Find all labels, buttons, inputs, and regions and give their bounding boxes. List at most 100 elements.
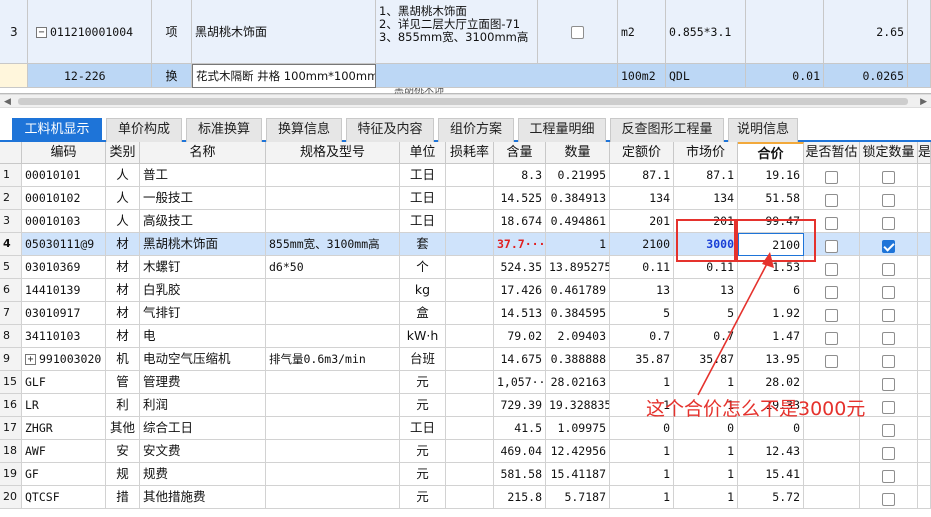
spec-cell[interactable] [266, 371, 400, 394]
lock-qty-checkbox[interactable] [882, 309, 895, 322]
bill-check-cell[interactable] [538, 0, 618, 64]
quantity-cell[interactable]: 1.09975 [546, 417, 610, 440]
quantity-cell[interactable]: 0.494861 [546, 210, 610, 233]
tab-reverse-lookup[interactable]: 反查图形工程量 [610, 118, 724, 142]
header-name[interactable]: 名称 [140, 142, 266, 164]
name-cell[interactable]: 综合工日 [140, 417, 266, 440]
content-cell[interactable]: 8.3 [494, 164, 546, 187]
loss-rate-cell[interactable] [446, 210, 494, 233]
lock-qty-cell[interactable] [860, 164, 918, 187]
base-price-cell[interactable]: 5 [610, 302, 674, 325]
lock-qty-cell[interactable] [860, 302, 918, 325]
base-price-cell[interactable]: 134 [610, 187, 674, 210]
content-cell[interactable]: 581.58 [494, 463, 546, 486]
quantity-cell[interactable]: 1 [546, 233, 610, 256]
category-cell[interactable]: 管 [106, 371, 140, 394]
tab-features[interactable]: 特征及内容 [346, 118, 434, 142]
lock-qty-cell[interactable] [860, 348, 918, 371]
loss-rate-cell[interactable] [446, 233, 494, 256]
header-spec[interactable]: 规格及型号 [266, 142, 400, 164]
base-price-cell[interactable]: 1 [610, 486, 674, 509]
bill-features[interactable]: 1、黑胡桃木饰面 2、详见二层大厅立面图-71 3、855mm宽、3100mm高 [376, 0, 538, 64]
header-base-price[interactable]: 定额价 [610, 142, 674, 164]
category-cell[interactable]: 利 [106, 394, 140, 417]
unit-cell[interactable]: 工日 [400, 187, 446, 210]
bill-name[interactable]: 黑胡桃木饰面 [192, 0, 376, 64]
lock-qty-cell[interactable] [860, 279, 918, 302]
is-estimate-cell[interactable] [804, 187, 860, 210]
spec-cell[interactable] [266, 486, 400, 509]
is-estimate-cell[interactable] [804, 463, 860, 486]
base-price-cell[interactable]: 1 [610, 463, 674, 486]
category-cell[interactable]: 人 [106, 164, 140, 187]
tab-pricing-scheme[interactable]: 组价方案 [438, 118, 514, 142]
name-cell[interactable]: 黑胡桃木饰面 [140, 233, 266, 256]
name-cell[interactable]: 气排钉 [140, 302, 266, 325]
content-cell[interactable]: 14.525 [494, 187, 546, 210]
table-row[interactable]: 1 00010101 人普工 工日 8.3 0.21995 87.1 87.1 19.16 [0, 164, 931, 187]
tab-materials[interactable]: 工料机显示 [12, 118, 102, 142]
market-price-cell[interactable]: 1 [674, 463, 738, 486]
header-market-price[interactable]: 市场价 [674, 142, 738, 164]
scroll-right-icon[interactable]: ▶ [920, 95, 927, 109]
scroll-left-icon[interactable]: ◀ [4, 95, 11, 109]
quantity-cell[interactable]: 13.895275 [546, 256, 610, 279]
expand-icon[interactable]: + [25, 354, 36, 365]
lock-qty-cell[interactable] [860, 210, 918, 233]
unit-cell[interactable]: 盒 [400, 302, 446, 325]
lock-qty-checkbox[interactable] [882, 493, 895, 506]
content-cell[interactable]: 729.39 [494, 394, 546, 417]
loss-rate-cell[interactable] [446, 394, 494, 417]
table-row[interactable]: 6 14410139 材白乳胶 kg 17.426 0.461789 13 13 6 [0, 279, 931, 302]
loss-rate-cell[interactable] [446, 348, 494, 371]
estimate-checkbox[interactable] [825, 332, 838, 345]
lock-qty-cell[interactable] [860, 394, 918, 417]
tab-standard-conversion[interactable]: 标准换算 [186, 118, 262, 142]
spec-cell[interactable] [266, 325, 400, 348]
spec-cell[interactable] [266, 302, 400, 325]
lock-qty-checkbox[interactable] [882, 378, 895, 391]
unit-cell[interactable]: 元 [400, 486, 446, 509]
code-cell[interactable]: 14410139 [22, 279, 106, 302]
category-cell[interactable]: 人 [106, 210, 140, 233]
lock-qty-cell[interactable] [860, 463, 918, 486]
is-estimate-cell[interactable] [804, 279, 860, 302]
name-cell[interactable]: 管理费 [140, 371, 266, 394]
header-is-estimate[interactable]: 是否暂估 [804, 142, 860, 164]
unit-cell[interactable]: 套 [400, 233, 446, 256]
loss-rate-cell[interactable] [446, 417, 494, 440]
table-row[interactable]: 9 +991003020 机电动空气压缩机 排气量0.6m3/min 台班 14.675 0… [0, 348, 931, 371]
market-price-cell[interactable]: 87.1 [674, 164, 738, 187]
estimate-checkbox[interactable] [825, 309, 838, 322]
table-row[interactable]: 18 AWF 安安文费 元 469.04 12.42956 1 1 12.43 [0, 440, 931, 463]
unit-cell[interactable]: 个 [400, 256, 446, 279]
spec-cell[interactable] [266, 394, 400, 417]
category-cell[interactable]: 规 [106, 463, 140, 486]
lock-qty-checkbox[interactable] [882, 240, 895, 253]
spec-cell[interactable] [266, 279, 400, 302]
quantity-cell[interactable]: 2.09403 [546, 325, 610, 348]
loss-rate-cell[interactable] [446, 256, 494, 279]
header-lock-qty[interactable]: 锁定数量 [860, 142, 918, 164]
quantity-cell[interactable]: 0.384913 [546, 187, 610, 210]
estimate-checkbox[interactable] [825, 263, 838, 276]
category-cell[interactable]: 其他 [106, 417, 140, 440]
lock-qty-checkbox[interactable] [882, 424, 895, 437]
quantity-cell[interactable]: 12.42956 [546, 440, 610, 463]
base-price-cell[interactable]: 35.87 [610, 348, 674, 371]
is-estimate-cell[interactable] [804, 325, 860, 348]
category-cell[interactable]: 材 [106, 325, 140, 348]
unit-cell[interactable]: 工日 [400, 210, 446, 233]
unit-cell[interactable]: 工日 [400, 417, 446, 440]
total-cell[interactable]: 15.41 [738, 463, 804, 486]
lock-qty-cell[interactable] [860, 233, 918, 256]
code-cell[interactable]: LR [22, 394, 106, 417]
estimate-checkbox[interactable] [825, 355, 838, 368]
category-cell[interactable]: 机 [106, 348, 140, 371]
category-cell[interactable]: 措 [106, 486, 140, 509]
estimate-checkbox[interactable] [825, 240, 838, 253]
header-loss-rate[interactable]: 损耗率 [446, 142, 494, 164]
name-cell[interactable]: 高级技工 [140, 210, 266, 233]
is-estimate-cell[interactable] [804, 348, 860, 371]
estimate-checkbox[interactable] [825, 171, 838, 184]
